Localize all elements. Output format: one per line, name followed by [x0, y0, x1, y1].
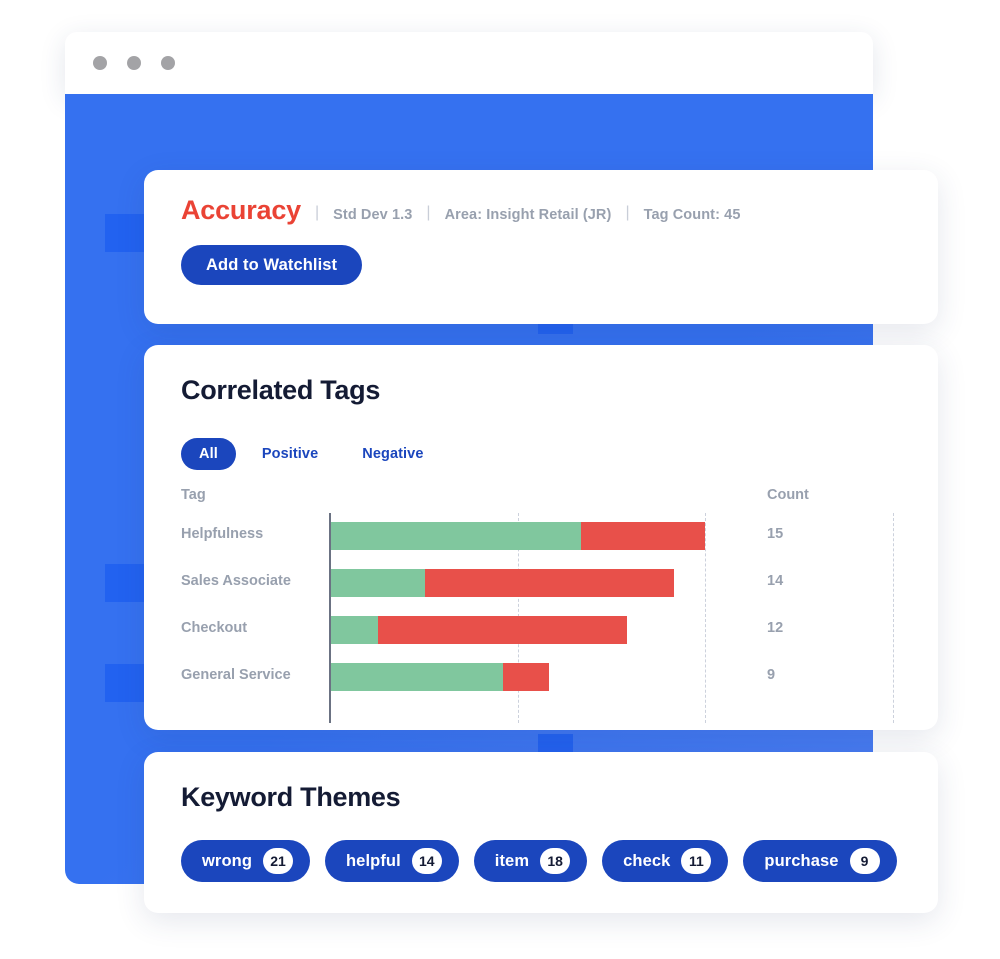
metric-summary-card: Accuracy | Std Dev 1.3 | Area: Insight R…	[144, 170, 938, 324]
correlated-tags-chart: Tag Count Helpfulness 15 Sales Associate 14…	[181, 485, 908, 723]
keyword-chip-count: 11	[681, 848, 712, 874]
keyword-chip-label: purchase	[764, 851, 839, 870]
add-to-watchlist-button[interactable]: Add to Watchlist	[181, 245, 363, 285]
keyword-chip-list: wrong 21 helpful 14 item 18 check 11 purchase 9	[181, 840, 897, 882]
chart-bar-segment-negative	[580, 522, 706, 550]
column-header-count: Count	[767, 487, 809, 503]
correlated-tags-card: Correlated Tags All Positive Negative Ta…	[144, 345, 938, 730]
decorative-block-3	[105, 664, 145, 702]
chart-bar-segment-negative	[424, 569, 675, 597]
chart-column-headers: Tag Count	[181, 485, 908, 513]
chart-bar-segment-positive	[331, 663, 503, 691]
meta-tag-count: Tag Count: 45	[643, 207, 741, 223]
chart-bar-segment-positive	[331, 616, 378, 644]
app-mockup: Accuracy | Std Dev 1.3 | Area: Insight R…	[0, 0, 1000, 959]
window-traffic-lights	[93, 56, 175, 70]
chart-row-count: 15	[767, 526, 784, 542]
keyword-chip-count: 14	[411, 848, 442, 874]
tab-negative[interactable]: Negative	[344, 438, 441, 470]
chart-stacked-bar[interactable]	[331, 569, 675, 597]
meta-separator-3: |	[625, 204, 630, 221]
keyword-chip[interactable]: wrong 21	[181, 840, 310, 882]
chart-row-label: Helpfulness	[181, 526, 264, 542]
browser-window-chrome	[65, 32, 873, 94]
chart-row[interactable]: Sales Associate 14	[181, 560, 908, 607]
keyword-chip[interactable]: check 11	[602, 840, 729, 882]
meta-separator-1: |	[314, 204, 320, 221]
meta-area: Area: Insight Retail (JR)	[444, 207, 612, 223]
chart-bar-segment-negative	[377, 616, 628, 644]
keyword-themes-title: Keyword Themes	[181, 782, 401, 812]
keyword-themes-card: Keyword Themes wrong 21 helpful 14 item 18 che…	[144, 752, 938, 913]
chart-row-label: Sales Associate	[181, 573, 291, 589]
tab-positive[interactable]: Positive	[244, 438, 336, 470]
chart-row-count: 14	[767, 573, 784, 589]
tab-all[interactable]: All	[181, 438, 236, 470]
keyword-chip-label: helpful	[346, 851, 401, 870]
keyword-chip-label: wrong	[202, 851, 252, 870]
decorative-block-2	[105, 564, 145, 602]
meta-std-dev: Std Dev 1.3	[333, 207, 413, 223]
chart-stacked-bar[interactable]	[331, 522, 706, 550]
chart-row-label: Checkout	[181, 620, 248, 636]
sentiment-filter-tabs: All Positive Negative	[181, 438, 442, 470]
chart-row[interactable]: General Service 9	[181, 654, 908, 701]
chart-bar-segment-positive	[331, 522, 581, 550]
chart-row[interactable]: Helpfulness 15	[181, 513, 908, 560]
correlated-tags-title: Correlated Tags	[181, 375, 381, 405]
keyword-chip[interactable]: item 18	[473, 840, 588, 882]
chart-row-label: General Service	[181, 667, 291, 683]
page-title: Accuracy	[181, 195, 301, 225]
keyword-chip-count: 18	[540, 848, 571, 874]
decorative-block-1	[105, 214, 145, 252]
chart-row-count: 9	[767, 667, 776, 683]
window-dot-close-icon[interactable]	[93, 56, 107, 70]
keyword-chip[interactable]: helpful 14	[325, 840, 459, 882]
keyword-chip-count: 9	[849, 848, 880, 874]
keyword-chip[interactable]: purchase 9	[743, 840, 897, 882]
window-dot-minimize-icon[interactable]	[127, 56, 141, 70]
keyword-chip-label: check	[623, 851, 671, 870]
chart-bar-segment-positive	[331, 569, 425, 597]
metric-summary-row: Accuracy | Std Dev 1.3 | Area: Insight R…	[181, 195, 740, 226]
chart-row[interactable]: Checkout 12	[181, 607, 908, 654]
chart-bar-segment-negative	[502, 663, 550, 691]
keyword-chip-label: item	[494, 851, 530, 870]
chart-row-count: 12	[767, 620, 784, 636]
column-header-tag: Tag	[181, 487, 206, 503]
meta-separator-2: |	[426, 204, 431, 221]
keyword-chip-count: 21	[263, 848, 293, 874]
window-dot-maximize-icon[interactable]	[161, 56, 175, 70]
chart-stacked-bar[interactable]	[331, 663, 550, 691]
chart-stacked-bar[interactable]	[331, 616, 628, 644]
chart-plot-area: Helpfulness 15 Sales Associate 14 Checkout 12…	[181, 513, 908, 723]
